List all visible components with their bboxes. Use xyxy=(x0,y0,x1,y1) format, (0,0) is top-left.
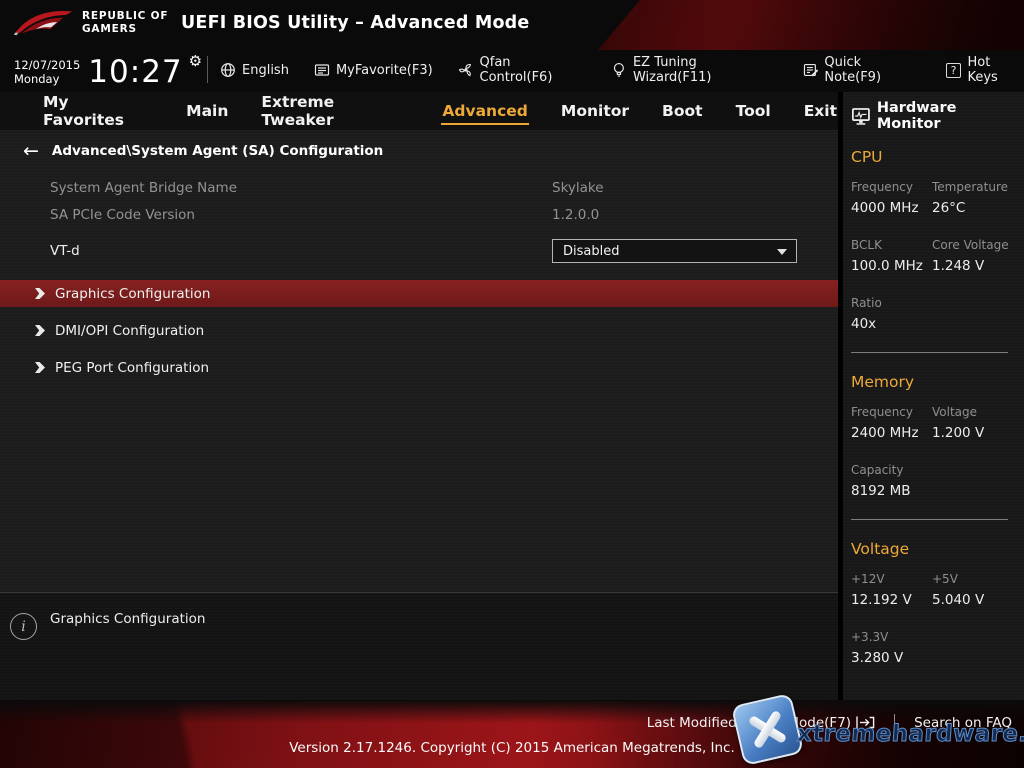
voltage-section-title: Voltage xyxy=(851,540,1024,558)
reading-5v: +5V 5.040 V xyxy=(932,572,1024,608)
reading-3v3: +3.3V 3.280 V xyxy=(851,630,932,666)
help-strip: i Graphics Configuration xyxy=(0,592,838,700)
watermark-text: xtremehardware.com xyxy=(796,721,1024,747)
info-label: System Agent Bridge Name xyxy=(50,180,552,196)
reading-cpu-temperature: Temperature 26°C xyxy=(932,180,1024,216)
monitor-icon xyxy=(851,107,871,126)
qfan-label: Qfan Control(F6) xyxy=(480,55,587,85)
reading-12v: +12V 12.192 V xyxy=(851,572,932,608)
info-value: 1.2.0.0 xyxy=(552,207,599,223)
tab-exit[interactable]: Exit xyxy=(803,96,838,126)
time-label: 10:27 xyxy=(88,54,182,90)
clock: 12/07/2015 Monday 10:27 ⚙ xyxy=(14,54,202,90)
lightbulb-icon xyxy=(611,62,627,78)
toolbar: English MyFavorite(F3) Qfan Control(F6) xyxy=(220,48,1024,92)
section-divider xyxy=(851,352,1008,353)
date-label: 12/07/2015 xyxy=(14,58,80,72)
arrow-right-icon xyxy=(35,325,45,336)
ez-tuning-wizard-button[interactable]: EZ Tuning Wizard(F11) xyxy=(611,55,777,85)
toolbar-divider xyxy=(207,56,208,83)
reading-ratio: Ratio 40x xyxy=(851,296,932,332)
myfavorite-label: MyFavorite(F3) xyxy=(336,63,433,78)
breadcrumb: ← Advanced\System Agent (SA) Configurati… xyxy=(0,130,838,159)
arrow-right-icon xyxy=(35,288,45,299)
favorites-icon xyxy=(314,62,330,78)
last-modified-button[interactable]: Last Modified xyxy=(647,715,737,731)
hardware-monitor-title: Hardware Monitor xyxy=(877,100,1024,132)
page-title: UEFI BIOS Utility – Advanced Mode xyxy=(181,13,529,33)
rog-logo-icon xyxy=(12,3,74,43)
globe-icon xyxy=(220,62,236,78)
vtd-dropdown-value: Disabled xyxy=(563,244,619,259)
submenu-label: PEG Port Configuration xyxy=(55,360,209,376)
reading-core-voltage: Core Voltage 1.248 V xyxy=(932,238,1024,274)
reading-bclk: BCLK 100.0 MHz xyxy=(851,238,932,274)
voltage-readings: +12V 12.192 V +5V 5.040 V +3.3V 3.280 V xyxy=(851,572,1024,666)
quick-note-button[interactable]: Quick Note(F9) xyxy=(803,55,921,85)
tab-monitor[interactable]: Monitor xyxy=(560,96,630,126)
info-row-bridge-name: System Agent Bridge Name Skylake xyxy=(0,174,838,201)
info-value: Skylake xyxy=(552,180,604,196)
quick-note-label: Quick Note(F9) xyxy=(824,55,920,85)
tab-my-favorites[interactable]: My Favorites xyxy=(42,87,154,135)
language-button[interactable]: English xyxy=(220,62,289,78)
chevron-down-icon xyxy=(777,249,787,255)
submenu-peg-port-configuration[interactable]: PEG Port Configuration xyxy=(0,354,838,381)
info-icon: i xyxy=(10,613,37,640)
tab-tool[interactable]: Tool xyxy=(735,96,772,126)
reading-cpu-frequency: Frequency 4000 MHz xyxy=(851,180,932,216)
reading-memory-frequency: Frequency 2400 MHz xyxy=(851,405,932,441)
memory-section-title: Memory xyxy=(851,373,1024,391)
reading-memory-capacity: Capacity 8192 MB xyxy=(851,463,932,499)
myfavorite-button[interactable]: MyFavorite(F3) xyxy=(314,62,433,78)
section-divider xyxy=(851,519,1008,520)
tab-main[interactable]: Main xyxy=(185,96,229,126)
vtd-dropdown[interactable]: Disabled xyxy=(552,239,797,263)
back-arrow-icon[interactable]: ← xyxy=(23,144,39,158)
settings-panel: ← Advanced\System Agent (SA) Configurati… xyxy=(0,130,838,592)
top-banner: REPUBLIC OF GAMERS UEFI BIOS Utility – A… xyxy=(0,0,1024,92)
vtd-label: VT-d xyxy=(50,243,552,259)
breadcrumb-path: Advanced\System Agent (SA) Configuration xyxy=(52,143,383,159)
ez-tuning-label: EZ Tuning Wizard(F11) xyxy=(633,55,778,85)
hot-keys-label: Hot Keys xyxy=(967,55,1024,85)
vtd-setting-row: VT-d Disabled xyxy=(0,239,838,263)
hardware-monitor-header: Hardware Monitor xyxy=(851,100,1024,132)
submenu-list: Graphics Configuration DMI/OPI Configura… xyxy=(0,280,838,381)
rog-brand: REPUBLIC OF GAMERS xyxy=(12,3,168,43)
question-icon: ? xyxy=(946,63,962,78)
qfan-control-button[interactable]: Qfan Control(F6) xyxy=(458,55,586,85)
reading-memory-voltage: Voltage 1.200 V xyxy=(932,405,1024,441)
tab-boot[interactable]: Boot xyxy=(661,96,704,126)
arrow-right-icon xyxy=(35,362,45,373)
readonly-info-rows: System Agent Bridge Name Skylake SA PCIe… xyxy=(0,174,838,228)
submenu-dmi-opi-configuration[interactable]: DMI/OPI Configuration xyxy=(0,317,838,344)
day-label: Monday xyxy=(14,72,80,86)
cpu-section-title: CPU xyxy=(851,148,1024,166)
rog-brand-text: REPUBLIC OF GAMERS xyxy=(82,10,168,36)
tab-advanced[interactable]: Advanced xyxy=(441,96,529,126)
fan-icon xyxy=(458,62,474,78)
submenu-label: Graphics Configuration xyxy=(55,286,210,302)
clock-settings-gear-icon[interactable]: ⚙ xyxy=(189,52,202,70)
info-label: SA PCIe Code Version xyxy=(50,207,552,223)
note-icon xyxy=(803,62,819,78)
language-label: English xyxy=(242,63,289,78)
tab-extreme-tweaker[interactable]: Extreme Tweaker xyxy=(260,87,410,135)
memory-readings: Frequency 2400 MHz Voltage 1.200 V Capac… xyxy=(851,405,1024,499)
uefi-bios-screen: REPUBLIC OF GAMERS UEFI BIOS Utility – A… xyxy=(0,0,1024,768)
hardware-monitor-panel: Hardware Monitor CPU Frequency 4000 MHz … xyxy=(843,92,1024,700)
info-row-pcie-code: SA PCIe Code Version 1.2.0.0 xyxy=(0,201,838,228)
submenu-label: DMI/OPI Configuration xyxy=(55,323,204,339)
menu-tab-bar: My Favorites Main Extreme Tweaker Advanc… xyxy=(0,92,838,130)
hot-keys-button[interactable]: ? Hot Keys xyxy=(946,55,1024,85)
cpu-readings: Frequency 4000 MHz Temperature 26°C BCLK… xyxy=(851,180,1024,332)
help-text: Graphics Configuration xyxy=(50,611,205,627)
submenu-graphics-configuration[interactable]: Graphics Configuration xyxy=(0,280,838,307)
